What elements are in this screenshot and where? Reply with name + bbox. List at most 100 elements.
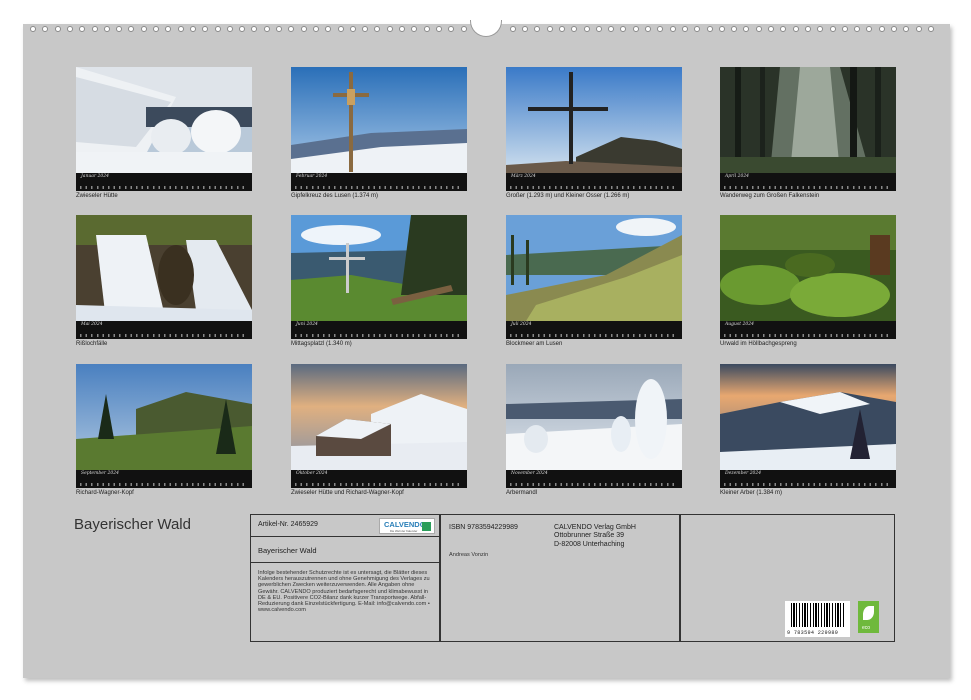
binding-hole [780,26,787,32]
calvendo-logo: CALVENDO Die Welt der Kalender [379,518,435,534]
month-label: Dezember 2024 [725,471,762,476]
photo-caption: Rißlochfälle [76,341,108,347]
photo-october [291,364,467,470]
binding-hole [42,26,49,32]
binding-hole [608,26,615,32]
binding-hole [706,26,713,32]
month-label: Juli 2024 [511,322,532,327]
photo-caption: Zwieseler Hütte [76,193,118,199]
binding-hole [374,26,381,32]
month-label: Oktober 2024 [296,471,328,476]
binding-hole [423,26,430,32]
photo-december [720,364,896,470]
binding-hole [768,26,774,32]
binding-hole [817,26,824,32]
binding-hole [251,26,258,32]
photo-january [76,67,252,173]
month-tile-september: September 2024 Richard-Wagner-Kopf [76,364,252,496]
binding-hole [645,26,651,32]
binding-hole [66,26,73,32]
binding-hole [214,26,221,32]
leaf-icon [863,606,874,620]
binding-hole [534,26,541,32]
month-tile-october: Oktober 2024 Zwieseler Hütte und Richard… [291,364,467,496]
calendar-subtitle: Bayerischer Wald [258,546,317,555]
month-label: Januar 2024 [81,174,109,179]
binding-hole [386,26,393,32]
month-tile-march: März 2024 Großer (1.293 m) und Kleiner O… [506,67,682,199]
photo-caption: Arbermandl [506,490,538,496]
binding-hole [288,26,295,32]
binding-hole [657,26,664,32]
binding-hole [325,26,332,32]
binding-hole [891,26,897,32]
binding-hole [632,26,639,32]
binding-hole [571,26,578,32]
month-label: Juni 2024 [296,322,318,327]
publisher-info-box: Artikel-Nr. 2465929 CALVENDO Die Welt de… [250,514,895,642]
photo-caption: Richard-Wagner-Kopf [76,490,134,496]
isbn-barcode: 9 783594 229989 [785,601,850,637]
photo-caption: Wanderweg zum Großen Falkenstein [720,193,820,199]
binding-hole [718,26,725,32]
photo-caption: Gipfelkreuz des Lusen (1.374 m) [291,193,379,199]
binding-hole [153,26,159,32]
binding-hole [829,26,836,32]
isbn: ISBN 9783594229989 [449,524,518,531]
article-number: Artikel-Nr. 2465929 [258,521,318,528]
month-tile-june: Juni 2024 Mittagsplatzl (1.340 m) [291,215,467,347]
photo-caption: Kleiner Arber (1.384 m) [720,490,783,496]
photo-september [76,364,252,470]
binding-hole [743,26,750,32]
month-label: März 2024 [511,174,536,179]
binding-hole [854,26,861,32]
binding-hole [300,26,307,32]
binding-hole [522,26,528,32]
month-label: September 2024 [81,471,119,476]
binding-hole [460,26,467,32]
binding-hole [804,26,811,32]
binding-hole [189,26,196,32]
binding-hole [435,26,442,32]
publisher-address: CALVENDO Verlag GmbH Ottobrunner Straße … [554,524,636,548]
binding-hole [866,26,873,32]
binding-hole [509,26,516,32]
binding-hole [681,26,688,32]
binding-hole [399,26,405,32]
month-label: April 2024 [725,174,750,179]
photo-february [291,67,467,173]
month-tile-november: November 2024 Arbermandl [506,364,682,496]
binding-hole [411,26,418,32]
month-label: August 2024 [725,322,754,327]
photo-november [506,364,682,470]
eco-badge: eco [858,601,879,633]
binding-hole [202,26,209,32]
binding-hole [878,26,885,32]
photo-caption: Zwieseler Hütte und Richard-Wagner-Kopf [291,490,404,496]
binding-hole [79,26,86,32]
binding-hole [546,26,553,32]
binding-hole [140,26,147,32]
binding-hole [263,26,270,32]
photo-caption: Mittagsplatzl (1.340 m) [291,341,352,347]
binding-hole [337,26,344,32]
binding-hole [448,26,455,32]
binding-hole [30,26,36,32]
binding-hole [103,26,110,32]
month-tile-february: Februar 2024 Gipfelkreuz des Lusen (1.37… [291,67,467,199]
month-tile-january: Januar 2024 Zwieseler Hütte [76,67,252,199]
binding-hole [177,26,184,32]
photo-july [506,215,682,321]
binding-hole [792,26,799,32]
info-column-right: 9 783594 229989 eco [681,515,894,641]
info-column-left: Artikel-Nr. 2465929 CALVENDO Die Welt de… [251,515,441,641]
photo-august [720,215,896,321]
binding-hole [841,26,848,32]
binding-hole [276,26,282,32]
month-tile-july: Juli 2024 Blockmeer am Lusen [506,215,682,347]
binding-hole [116,26,123,32]
binding-hole [927,26,934,32]
photo-june [291,215,467,321]
photo-march [506,67,682,173]
binding-hole [362,26,369,32]
